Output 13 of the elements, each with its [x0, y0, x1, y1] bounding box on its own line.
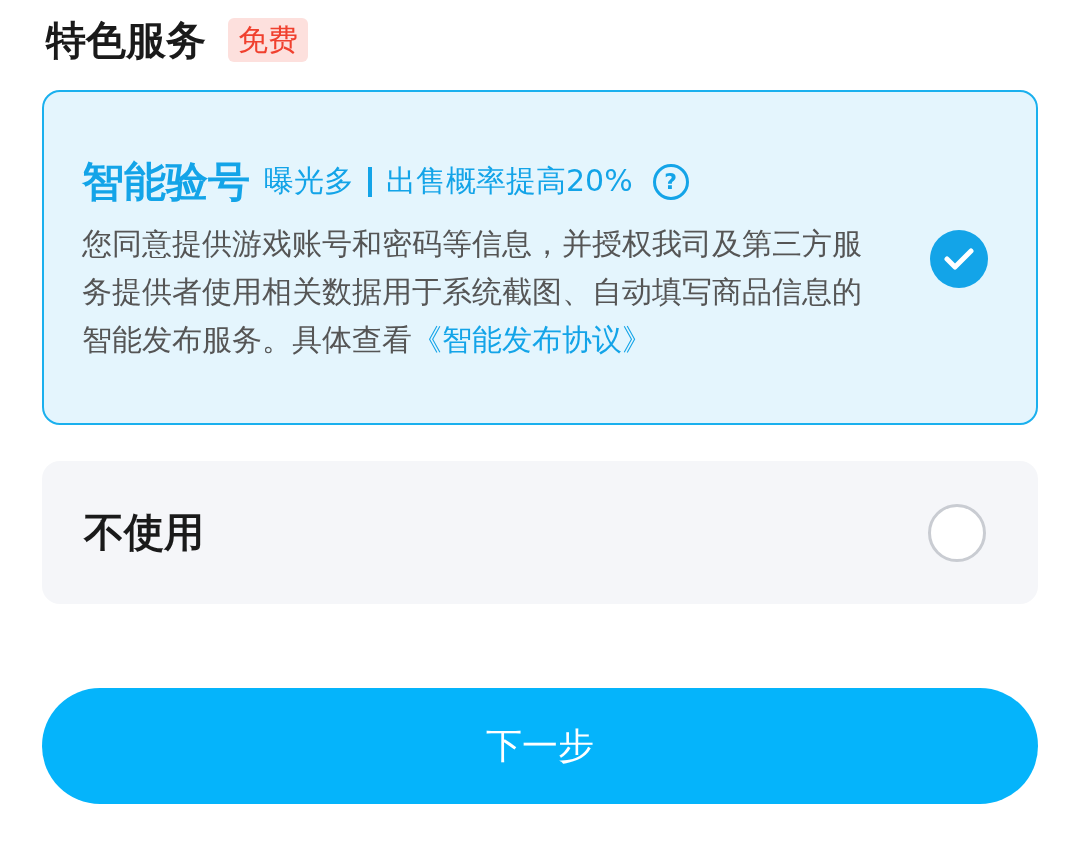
option-title: 智能验号	[82, 155, 250, 208]
next-button[interactable]: 下一步	[42, 688, 1038, 804]
option-card[interactable]: 不使用	[42, 461, 1038, 604]
section-title: 特色服务	[46, 15, 206, 65]
feature-tag: 曝光多	[264, 161, 354, 202]
option-title: 不使用	[84, 508, 205, 557]
checked-radio-icon[interactable]	[930, 229, 988, 288]
help-icon[interactable]: ?	[652, 163, 689, 200]
option-card[interactable]: 智能验号 曝光多 出售概率提高20% ? 您同意提供游戏账号和密码等信息，并授权我司及第三方服务提供者使用相关数据用于系统截图、自动填写商品信息的智能发布服务。具体查看《智能发布协议》	[42, 90, 1038, 425]
free-badge: 免费	[228, 18, 308, 62]
option-description: 您同意提供游戏账号和密码等信息，并授权我司及第三方服务提供者使用相关数据用于系统截图、自动填写商品信息的智能发布服务。具体查看《智能发布协议》	[82, 224, 863, 359]
agreement-link[interactable]: 《智能发布协议》	[412, 321, 652, 357]
feature-tag: 出售概率提高20%	[386, 161, 633, 202]
